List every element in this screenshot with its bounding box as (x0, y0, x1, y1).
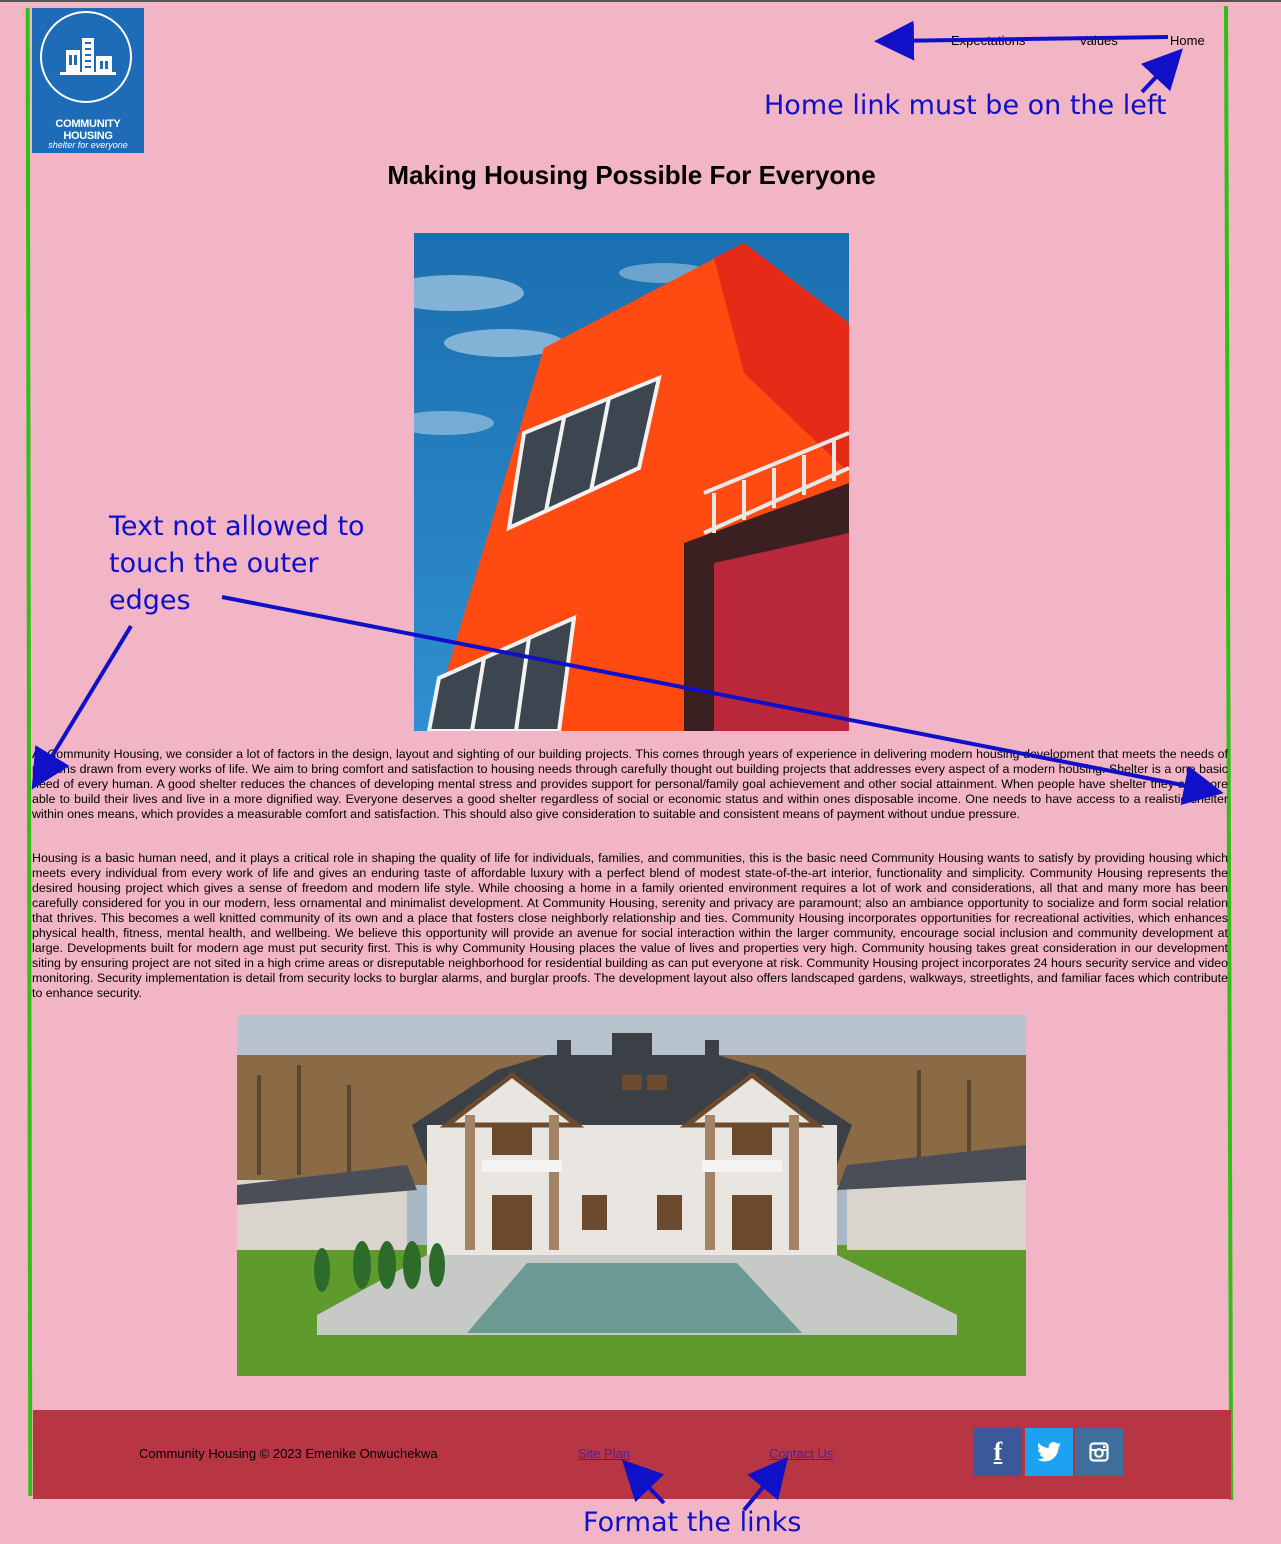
footer-copyright: Community Housing © 2023 Emenike Onwuche… (139, 1446, 438, 1461)
footer-link-site-plan[interactable]: Site Plan (578, 1446, 630, 1461)
nav-link-expectations[interactable]: Expectations (951, 33, 1025, 48)
logo-name: COMMUNITY HOUSING (55, 118, 121, 142)
footer-link-contact-us[interactable]: Contact Us (769, 1446, 833, 1461)
instagram-icon[interactable] (1075, 1428, 1123, 1476)
building-icon (60, 38, 116, 75)
house-with-pool-image (237, 1015, 1026, 1376)
facebook-icon[interactable]: f (974, 1428, 1022, 1476)
nav-link-values[interactable]: Values (1079, 33, 1118, 48)
logo-tagline: shelter for everyone (48, 140, 128, 150)
window-top-border (0, 0, 1281, 2)
site-footer: Community Housing © 2023 Emenike Onwuche… (33, 1410, 1231, 1499)
intro-paragraph: At Community Housing, we consider a lot … (32, 747, 1228, 821)
twitter-icon[interactable] (1025, 1428, 1073, 1476)
orange-building-image (414, 233, 849, 731)
annotation-home-link: Home link must be on the left (764, 90, 1167, 121)
annotation-text-edges: Text not allowed to touch the outer edge… (109, 511, 365, 616)
nav-link-home[interactable]: Home (1170, 33, 1205, 48)
annotation-format-links: Format the links (583, 1507, 802, 1538)
housing-paragraph: Housing is a basic human need, and it pl… (32, 851, 1228, 1000)
arrow-nav-left (874, 20, 1169, 61)
page-title: Making Housing Possible For Everyone (387, 160, 876, 190)
community-housing-logo[interactable]: COMMUNITY HOUSING shelter for everyone (32, 8, 144, 153)
